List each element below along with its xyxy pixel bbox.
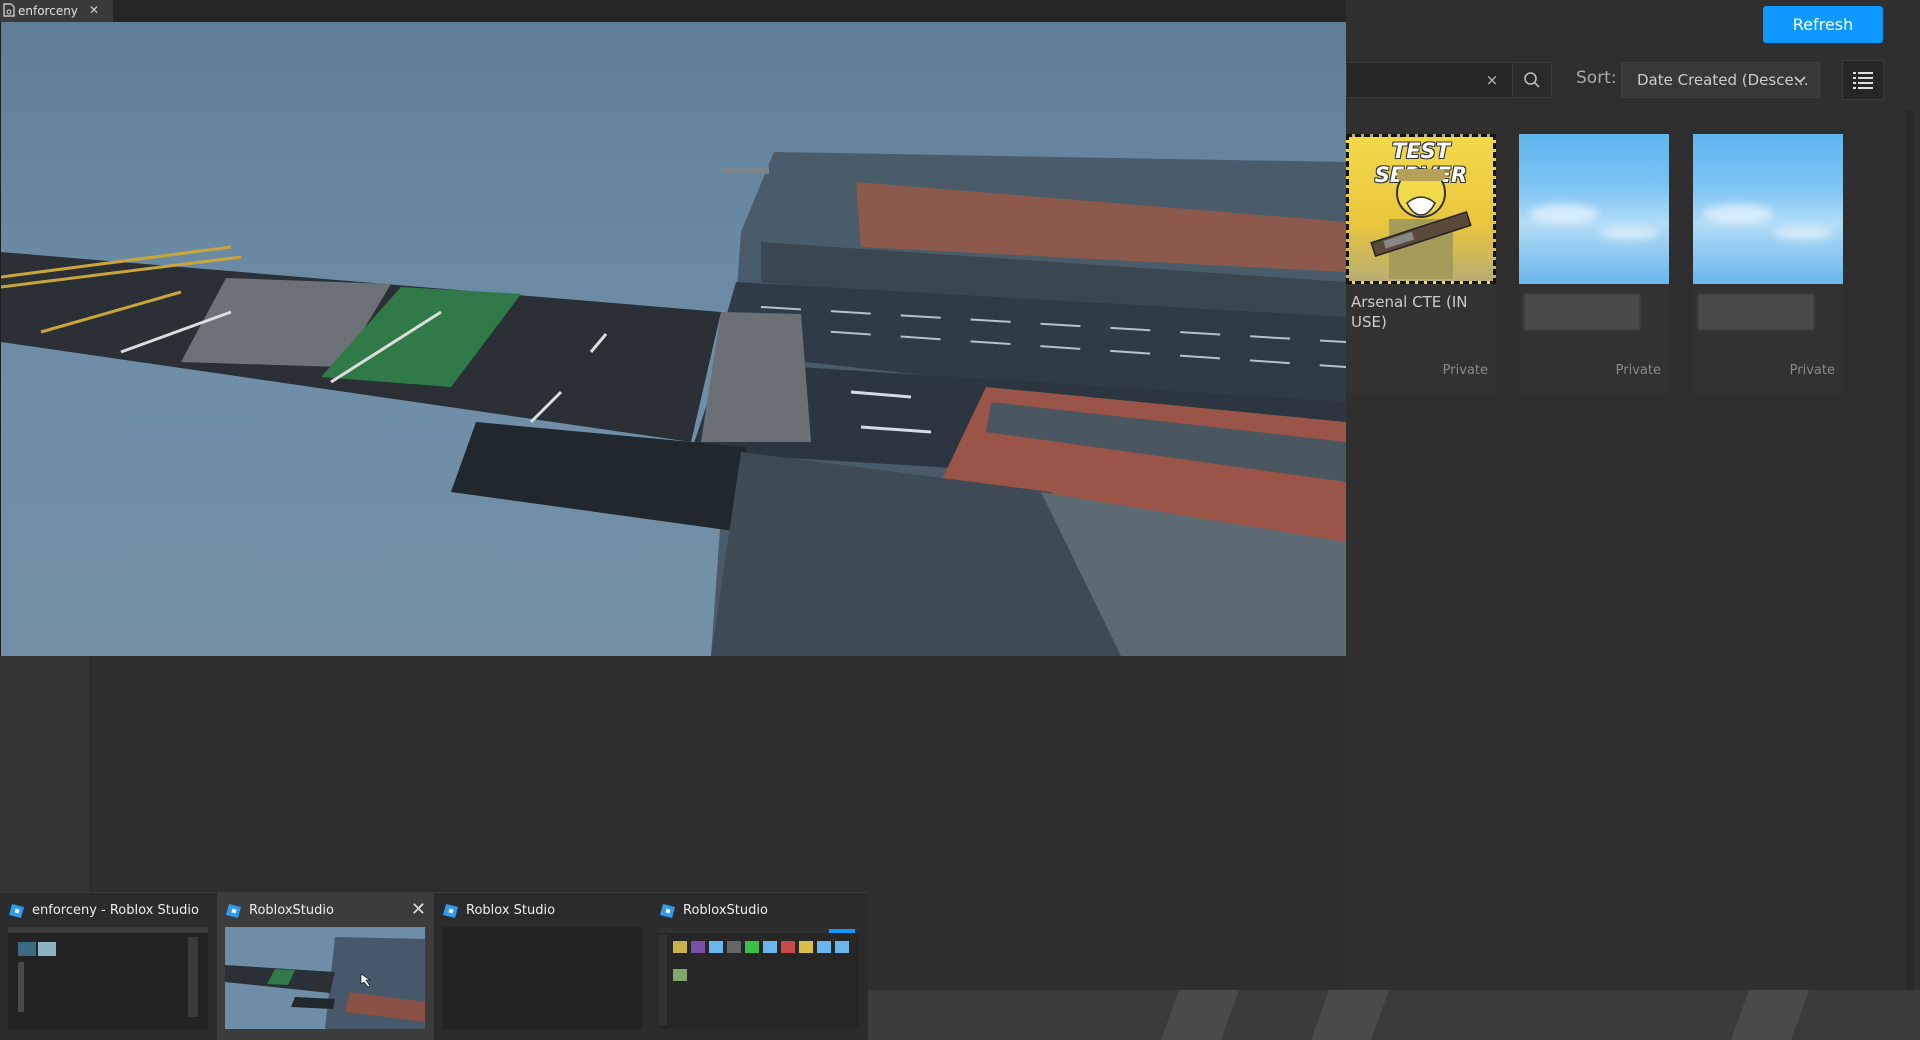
list-view-toggle[interactable] [1842, 60, 1884, 100]
game-privacy: Private [1615, 363, 1661, 378]
taskbar-preview-thumbnail [442, 927, 642, 1029]
refresh-button[interactable]: Refresh [1763, 6, 1883, 43]
search-clear-button[interactable]: × [1481, 62, 1503, 98]
studio-viewport-window: enforceny ✕ [0, 0, 1346, 656]
game-list-scrollbar[interactable] [1906, 110, 1914, 990]
tab-enforceny[interactable]: enforceny ✕ [0, 0, 113, 22]
search-button[interactable] [1512, 62, 1552, 98]
game-thumbnail [1693, 134, 1843, 284]
watermark-stroke [1310, 990, 1390, 1040]
dock-left-strip [0, 656, 91, 892]
watermark-stroke [1730, 990, 1810, 1040]
roblox-studio-icon [660, 904, 675, 918]
sort-label: Sort: [1576, 68, 1617, 88]
game-thumbnail: TEST SERVER [1346, 134, 1496, 284]
game-name: Arsenal CTE (IN USE) [1351, 293, 1468, 331]
list-view-icon [1853, 72, 1873, 89]
sort-dropdown[interactable]: Date Created (Desce… [1621, 62, 1820, 98]
screen: Refresh × Sort: Date Created (Desce… TES… [0, 0, 1920, 1040]
3d-scene [1, 22, 1346, 656]
taskbar-preview-title: Roblox Studio [466, 903, 556, 918]
taskbar-preview-item[interactable]: Roblox Studio [434, 893, 651, 1040]
taskbar-preview-item[interactable]: RobloxStudio [651, 893, 868, 1040]
game-card[interactable]: Private [1519, 134, 1669, 394]
roblox-studio-icon [226, 904, 241, 918]
roblox-studio-icon [9, 904, 24, 918]
character-illustration [1370, 168, 1472, 279]
taskbar-preview-popup: enforceny - Roblox Studio RobloxStudio ✕ [0, 892, 868, 1040]
taskbar-preview-item[interactable]: enforceny - Roblox Studio [0, 893, 217, 1040]
tab-close-icon[interactable]: ✕ [89, 3, 99, 17]
taskbar-preview-title: RobloxStudio [683, 903, 768, 918]
roblox-studio-icon [443, 904, 458, 918]
game-card-arsenal[interactable]: TEST SERVER Arsenal CTE (IN USE) Private [1346, 134, 1496, 394]
search-icon [1524, 72, 1540, 88]
chevron-down-icon [1794, 76, 1806, 84]
taskbar-preview-item-active[interactable]: RobloxStudio ✕ [217, 893, 434, 1040]
tab-label: enforceny [18, 4, 78, 18]
document-icon [3, 3, 15, 17]
close-icon[interactable]: ✕ [411, 899, 426, 920]
3d-viewport[interactable] [1, 22, 1346, 656]
taskbar-preview-title: RobloxStudio [249, 903, 334, 918]
taskbar-preview-thumbnail [8, 927, 208, 1029]
taskbar-preview-title: enforceny - Roblox Studio [32, 903, 199, 918]
watermark-stroke [1160, 990, 1240, 1040]
game-card[interactable]: Private [1693, 134, 1843, 394]
taskbar-preview-thumbnail [225, 927, 425, 1029]
game-name-placeholder [1524, 294, 1640, 330]
game-thumbnail [1519, 134, 1669, 284]
viewport-tab-bar: enforceny ✕ [0, 0, 1346, 22]
sort-value: Date Created (Desce… [1637, 71, 1809, 89]
game-privacy: Private [1442, 363, 1488, 378]
game-privacy: Private [1789, 363, 1835, 378]
game-name-placeholder [1698, 294, 1814, 330]
taskbar-preview-thumbnail [659, 927, 859, 1029]
